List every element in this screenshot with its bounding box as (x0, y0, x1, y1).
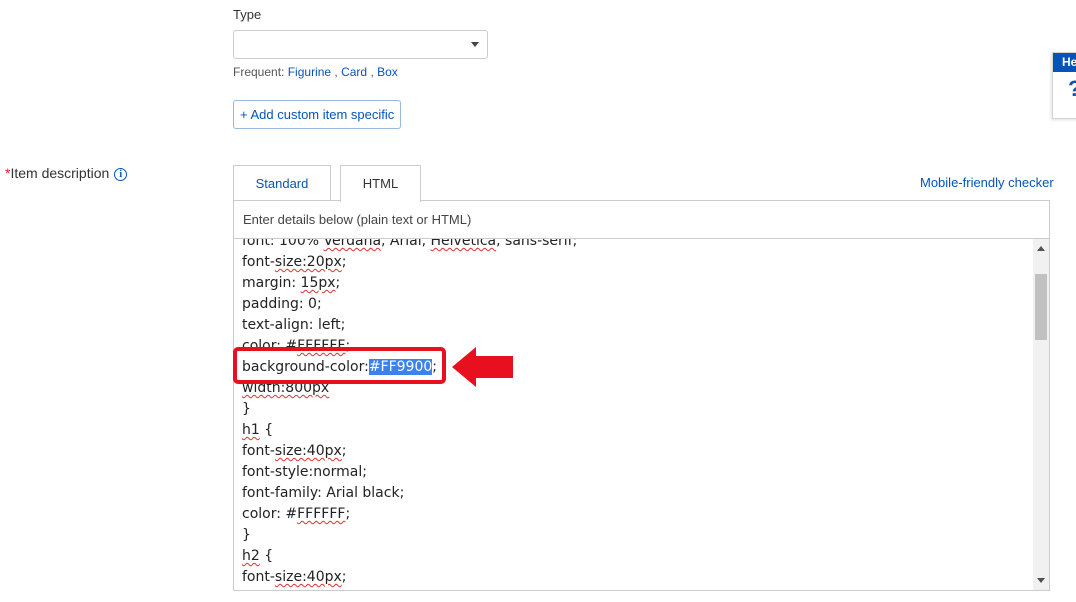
frequent-option-box[interactable]: Box (377, 65, 398, 79)
code-line: font: 100% Verdana, Arial, Helvetica, sa… (242, 239, 578, 249)
mobile-friendly-checker-link[interactable]: Mobile-friendly checker (920, 175, 1054, 190)
type-label: Type (233, 7, 262, 22)
info-icon[interactable]: i (114, 168, 128, 181)
editor-hint: Enter details below (plain text or HTML) (234, 201, 1049, 239)
code-line: color: #FFFFFF; (242, 506, 351, 522)
code-line: font-style:normal; (242, 464, 367, 480)
scroll-up-icon[interactable] (1037, 246, 1045, 251)
tab-standard[interactable]: Standard (233, 165, 331, 201)
selected-color-value[interactable]: #FF9900 (368, 359, 433, 375)
frequent-option-card[interactable]: Card (341, 65, 367, 79)
code-line: h2 { (242, 548, 274, 564)
code-line: text-align: left; (242, 317, 346, 333)
add-custom-item-specific-button[interactable]: + Add custom item specific (233, 100, 402, 129)
code-line: font-size:20px; (242, 254, 347, 270)
scroll-down-icon[interactable] (1037, 578, 1045, 583)
type-dropdown[interactable] (233, 30, 488, 59)
scroll-thumb[interactable] (1035, 274, 1047, 340)
code-line: } (242, 527, 251, 543)
red-arrow-left-icon (452, 347, 513, 387)
html-code-textarea[interactable]: font: 100% Verdana, Arial, Helvetica, sa… (234, 239, 1034, 590)
item-description-label: *Item description i (5, 165, 128, 181)
code-line-background-color: background-color:#FF9900; (242, 359, 437, 375)
item-description-text: Item description (10, 165, 110, 181)
description-editor[interactable]: Enter details below (plain text or HTML)… (233, 200, 1050, 591)
code-line: font-size:40px; (242, 443, 347, 459)
tab-html[interactable]: HTML (340, 165, 421, 202)
code-line: font-family: Arial black; (242, 485, 405, 501)
code-line: color: #FFFFFF; (242, 338, 351, 354)
code-line: } (242, 401, 251, 417)
code-line: margin: 15px; (242, 275, 341, 291)
code-line: padding: 0; (242, 296, 322, 312)
editor-scrollbar[interactable] (1033, 239, 1049, 590)
code-line: width:800px (242, 380, 330, 396)
frequent-prefix: Frequent: (233, 65, 285, 79)
frequent-option-figurine[interactable]: Figurine (288, 65, 331, 79)
help-panel-tab[interactable]: He ? (1052, 52, 1076, 119)
code-line: font-size:40px; (242, 569, 347, 585)
chevron-down-icon (471, 42, 479, 47)
question-icon: ? (1053, 72, 1076, 106)
frequent-options: Frequent: Figurine , Card , Box (233, 65, 398, 79)
help-panel-header: He (1053, 53, 1076, 72)
code-line: h1 { (242, 422, 274, 438)
